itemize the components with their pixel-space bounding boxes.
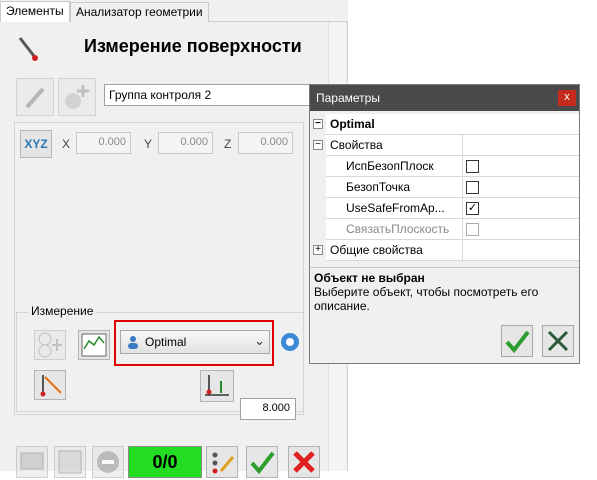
prop-row[interactable]: UseSafeFromAp... ✓ bbox=[310, 198, 579, 219]
gear-icon[interactable] bbox=[278, 330, 302, 354]
points-edit-icon bbox=[212, 452, 235, 474]
checkmark-icon bbox=[250, 451, 275, 475]
tab-strip: Элементы Анализатор геометрии bbox=[0, 0, 348, 23]
machine-icon bbox=[58, 450, 82, 474]
section-row[interactable]: − Optimal bbox=[310, 114, 579, 135]
offset-icon bbox=[205, 375, 229, 396]
property-grid: − Optimal − Свойства ИспБезопПлоск Безоп… bbox=[310, 114, 579, 261]
x-value-field[interactable]: 0.000 bbox=[76, 132, 131, 154]
prop-checkbox-disabled bbox=[466, 223, 479, 236]
add-icon bbox=[65, 85, 89, 109]
probe-direction-button[interactable] bbox=[34, 370, 66, 400]
y-label: Y bbox=[144, 137, 153, 151]
ab-icon bbox=[38, 332, 62, 358]
description-pane: Объект не выбран Выберите объект, чтобы … bbox=[310, 267, 579, 317]
general-properties: Общие свойства bbox=[330, 243, 423, 257]
tab-geometry-analyzer[interactable]: Анализатор геометрии bbox=[70, 2, 209, 22]
dialog-ok-button[interactable] bbox=[501, 325, 533, 357]
view-button[interactable] bbox=[16, 446, 48, 478]
points-counter: 0/0 bbox=[128, 446, 202, 478]
group-row[interactable]: − Свойства bbox=[310, 135, 579, 156]
parameters-dialog: Параметры x − Optimal − Свойства ИспБезо… bbox=[309, 84, 580, 364]
close-icon bbox=[293, 451, 315, 473]
offset-field[interactable]: 8.000 bbox=[240, 398, 296, 420]
cancel-button[interactable] bbox=[288, 446, 320, 478]
prop-name: СвязатьПлоскость bbox=[346, 222, 450, 236]
direction-icon bbox=[40, 375, 62, 397]
chevron-down-icon: ⌄ bbox=[254, 333, 265, 348]
group-name-field[interactable]: Группа контроля 2 bbox=[104, 84, 314, 106]
measurement-label: Измерение bbox=[28, 304, 97, 318]
description-title: Объект не выбран bbox=[314, 271, 425, 285]
collapse-icon[interactable]: − bbox=[313, 119, 323, 129]
description-text: Выберите объект, чтобы посмотреть его оп… bbox=[314, 285, 539, 313]
section-optimal: Optimal bbox=[330, 117, 375, 131]
probe-icon bbox=[14, 34, 42, 64]
prop-row[interactable]: ИспБезопПлоск bbox=[310, 156, 579, 177]
group-properties: Свойства bbox=[330, 138, 383, 152]
prop-checkbox[interactable] bbox=[466, 160, 479, 173]
collapse-icon[interactable]: − bbox=[313, 140, 323, 150]
prop-checkbox[interactable] bbox=[466, 181, 479, 194]
general-row[interactable]: + Общие свойства bbox=[310, 240, 579, 261]
dialog-title: Параметры bbox=[310, 85, 579, 111]
prop-name: UseSafeFromAp... bbox=[346, 201, 445, 215]
prop-checkbox-checked[interactable]: ✓ bbox=[466, 202, 479, 215]
z-value-field[interactable]: 0.000 bbox=[238, 132, 293, 154]
panel-title: Измерение поверхности bbox=[84, 36, 302, 56]
prop-row[interactable]: БезопТочка bbox=[310, 177, 579, 198]
chart-icon bbox=[81, 333, 107, 357]
chart-button[interactable] bbox=[78, 330, 110, 360]
prop-name: ИспБезопПлоск bbox=[346, 159, 434, 173]
add-feature-button[interactable] bbox=[58, 78, 96, 116]
strategy-value: Optimal bbox=[145, 335, 187, 349]
user-icon bbox=[126, 335, 140, 352]
dialog-close-button[interactable]: x bbox=[558, 90, 576, 106]
z-label: Z bbox=[224, 137, 232, 151]
ok-button[interactable] bbox=[246, 446, 278, 478]
tab-elements[interactable]: Элементы bbox=[0, 1, 70, 23]
ab-points-button[interactable] bbox=[34, 330, 66, 360]
expand-icon[interactable]: + bbox=[313, 245, 323, 255]
stop-button[interactable] bbox=[92, 446, 124, 478]
prop-row[interactable]: СвязатьПлоскость bbox=[310, 219, 579, 240]
pencil-icon bbox=[25, 87, 45, 109]
prop-name: БезопТочка bbox=[346, 180, 411, 194]
y-value-field[interactable]: 0.000 bbox=[158, 132, 213, 154]
xyz-button[interactable]: XYZ bbox=[20, 130, 52, 158]
x-label: X bbox=[62, 137, 71, 151]
checkmark-icon bbox=[505, 330, 530, 354]
offset-button[interactable] bbox=[200, 370, 234, 402]
measure-panel: Измерение поверхности Группа контроля 2 … bbox=[0, 22, 348, 478]
machine-button[interactable] bbox=[54, 446, 86, 478]
close-icon bbox=[547, 330, 569, 352]
monitor-icon bbox=[20, 452, 44, 470]
dialog-cancel-button[interactable] bbox=[542, 325, 574, 357]
edit-button[interactable] bbox=[16, 78, 54, 116]
stop-icon bbox=[97, 451, 119, 473]
strategy-dropdown[interactable]: Optimal ⌄ bbox=[120, 330, 270, 354]
points-edit-button[interactable] bbox=[206, 446, 238, 478]
